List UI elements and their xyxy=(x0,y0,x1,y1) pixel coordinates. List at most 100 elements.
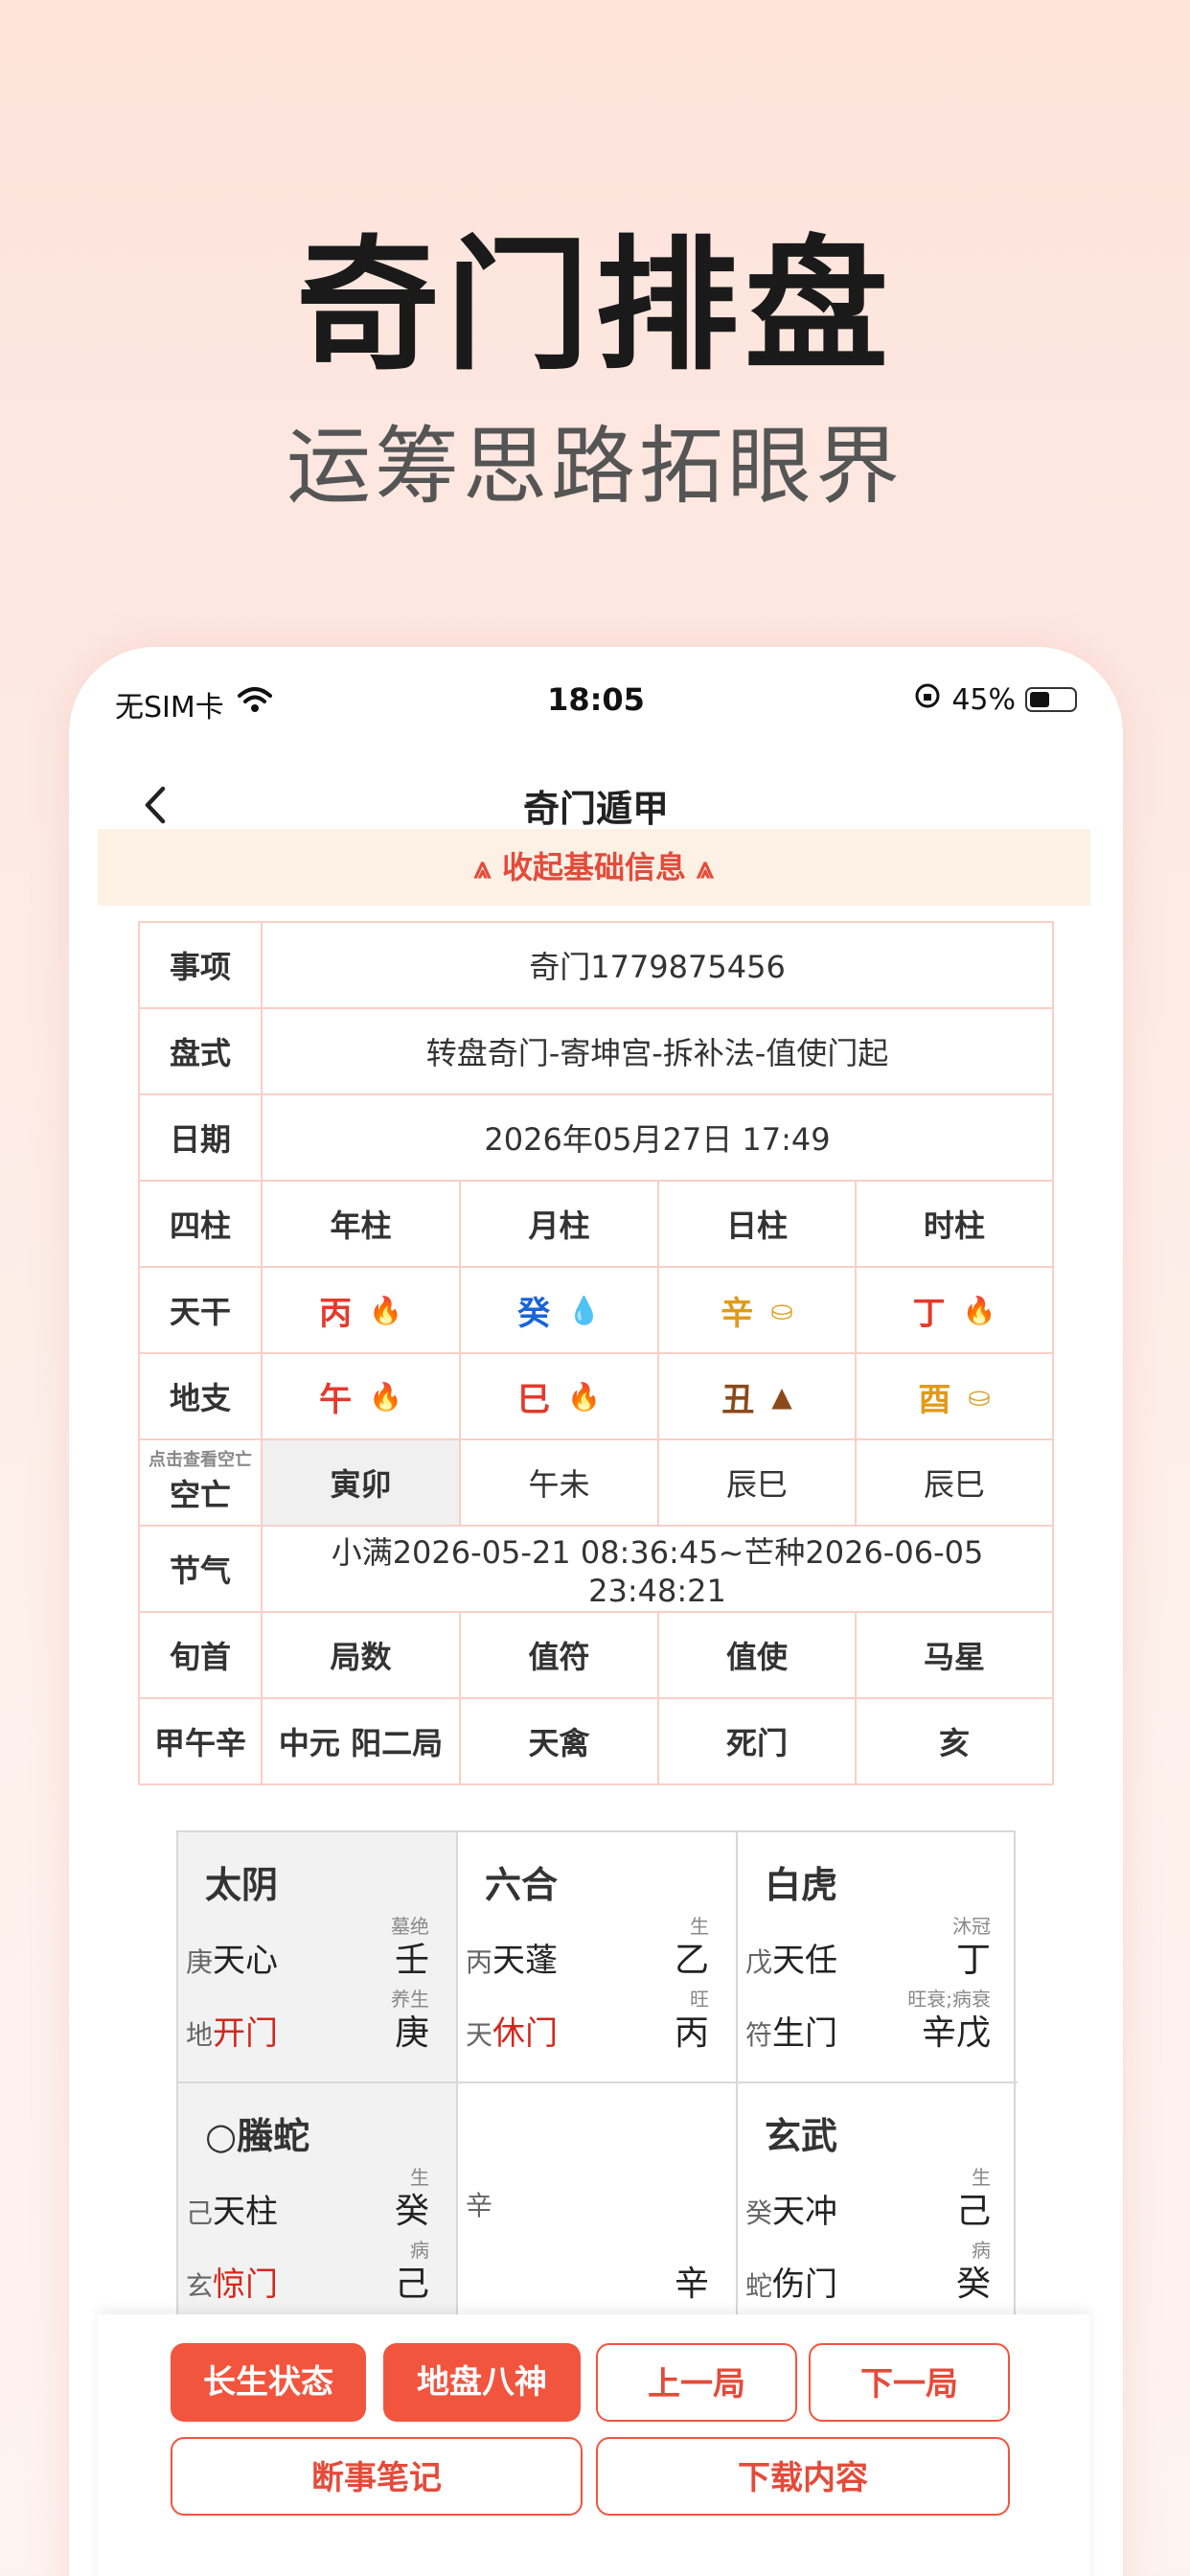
dipan-bashen-button[interactable]: 地盘八神 xyxy=(383,2343,581,2422)
notes-button[interactable]: 断事笔记 xyxy=(171,2437,583,2516)
row-tiangan: 天干 丙 🔥 癸 💧 辛 ⛀ 丁 🔥 xyxy=(138,1266,1055,1354)
palace-value-top: 壬 xyxy=(394,1941,429,1980)
tiangan-hour-char: 丁 xyxy=(912,1294,946,1333)
status-right: 45% xyxy=(913,681,1077,718)
fire-icon: 🔥 xyxy=(962,1294,996,1326)
basic-info-table: 事项 奇门1779875456 盘式 转盘奇门-寄坤宫-拆补法-值使门起 日期 … xyxy=(138,921,1055,1785)
palace-star-row: 戊天任 xyxy=(745,1942,838,1980)
fire-icon: 🔥 xyxy=(567,1380,601,1413)
metal-icon: ⛀ xyxy=(968,1380,991,1413)
header-jushu: 局数 xyxy=(261,1611,461,1699)
tiangan-month-char: 癸 xyxy=(517,1294,551,1333)
kongwang-hint: 点击查看空亡 xyxy=(149,1450,252,1470)
palace-value-bottom: 庚 xyxy=(394,2013,429,2053)
prev-round-button[interactable]: 上一局 xyxy=(596,2343,797,2422)
phone-frame: 无SIM卡 18:05 45% 奇门遁甲 ⩓ 收起基础信息 ⩓ 事项 奇门177… xyxy=(69,647,1123,2576)
value-date: 2026年05月27日 17:49 xyxy=(260,1093,1055,1182)
pillar-year: 年柱 xyxy=(261,1180,461,1268)
palace-cell[interactable]: ○螣蛇 生 己天柱 癸 病 玄惊门 己 xyxy=(178,2083,458,2334)
label-shixiang: 事项 xyxy=(138,921,263,1009)
palace-star-row: 癸天冲 xyxy=(745,2193,838,2231)
dizhi-day: 丑 ▲ xyxy=(657,1352,857,1440)
palace-cell[interactable]: 六合 生 丙天蓬 乙 旺 天休门 丙 xyxy=(458,1832,738,2083)
label-panshi: 盘式 xyxy=(138,1007,263,1095)
row-kongwang: 点击查看空亡 空亡 寅卯 午未 辰巳 辰巳 xyxy=(138,1438,1055,1527)
palace-door-row: 天休门 xyxy=(466,2014,559,2053)
row-shixiang: 事项 奇门1779875456 xyxy=(138,921,1055,1009)
palace-god: 白虎 xyxy=(765,1864,838,1906)
tiangan-year-char: 丙 xyxy=(319,1294,353,1333)
palace-door-row: 符生门 xyxy=(745,2014,838,2053)
next-round-button[interactable]: 下一局 xyxy=(809,2343,1010,2422)
palace-star-row: 庚天心 xyxy=(186,1942,279,1980)
value-panshi: 转盘奇门-寄坤宫-拆补法-值使门起 xyxy=(260,1007,1055,1095)
palace-value-bottom: 丙 xyxy=(674,2013,709,2053)
kongwang-year[interactable]: 寅卯 xyxy=(261,1438,461,1527)
label-date: 日期 xyxy=(138,1093,263,1182)
dizhi-year-char: 午 xyxy=(319,1380,353,1419)
water-icon: 💧 xyxy=(567,1294,601,1326)
palace-cell[interactable]: 太阴 墓绝 庚天心 壬 养生 地开门 庚 xyxy=(178,1832,458,2083)
kongwang-day[interactable]: 辰巳 xyxy=(657,1438,857,1527)
palace-star-row: 丙天蓬 xyxy=(466,1942,559,1980)
qimen-chart: 太阴 墓绝 庚天心 壬 养生 地开门 庚 六合 生 丙天蓬 乙 旺 天休门 丙 … xyxy=(176,1830,1018,2334)
header-zhifu: 值符 xyxy=(459,1611,659,1699)
row-dizhi: 地支 午 🔥 巳 🔥 丑 ▲ 酉 ⛀ xyxy=(138,1352,1055,1440)
battery-percent: 45% xyxy=(951,682,1016,717)
bottom-action-bar: 长生状态 地盘八神 上一局 下一局 断事笔记 下载内容 xyxy=(98,2314,1090,2576)
header-zhishi: 值使 xyxy=(657,1611,857,1699)
value-zhifu: 天禽 xyxy=(459,1697,659,1785)
label-jieqi: 节气 xyxy=(138,1525,263,1613)
fire-icon: 🔥 xyxy=(369,1380,402,1413)
tiangan-hour: 丁 🔥 xyxy=(854,1266,1055,1354)
collapse-basic-info-button[interactable]: ⩓ 收起基础信息 ⩓ xyxy=(98,829,1090,906)
tiangan-year: 丙 🔥 xyxy=(261,1266,461,1354)
palace-value-top: 癸 xyxy=(394,2192,429,2231)
tiangan-day-char: 辛 xyxy=(721,1294,754,1333)
kongwang-month[interactable]: 午未 xyxy=(459,1438,659,1527)
dizhi-year: 午 🔥 xyxy=(261,1352,461,1440)
earth-icon: ▲ xyxy=(771,1380,792,1413)
palace-god: 玄武 xyxy=(765,2115,838,2157)
label-dizhi: 地支 xyxy=(138,1352,263,1440)
page-title: 奇门遁甲 xyxy=(522,788,669,830)
value-jieqi: 小满2026-05-21 08:36:45~芒种2026-06-05 23:48… xyxy=(260,1525,1055,1613)
dizhi-month: 巳 🔥 xyxy=(459,1352,659,1440)
rotation-lock-icon xyxy=(913,681,942,718)
palace-value-bottom: 辛 xyxy=(674,2265,709,2304)
metal-icon: ⛀ xyxy=(770,1294,793,1326)
row-panshi: 盘式 转盘奇门-寄坤宫-拆补法-值使门起 xyxy=(138,1007,1055,1095)
palace-door-row: 地开门 xyxy=(186,2014,279,2053)
label-tiangan: 天干 xyxy=(138,1266,263,1354)
kongwang-hour[interactable]: 辰巳 xyxy=(854,1438,1055,1527)
row-jieqi: 节气 小满2026-05-21 08:36:45~芒种2026-06-05 23… xyxy=(138,1525,1055,1613)
palace-value-top: 丁 xyxy=(955,1941,991,1980)
palace-value-top: 乙 xyxy=(674,1941,709,1980)
battery-icon xyxy=(1025,687,1077,712)
palace-god: 六合 xyxy=(485,1864,559,1906)
palace-cell[interactable]: 白虎 沐冠 戊天任 丁 旺衰;病衰 符生门 辛戊 xyxy=(738,1832,1018,2083)
palace-god: ○螣蛇 xyxy=(205,2115,310,2157)
hero-title: 奇门排盘 xyxy=(295,223,894,390)
dizhi-month-char: 巳 xyxy=(517,1380,551,1419)
palace-door-row: 玄惊门 xyxy=(186,2266,279,2304)
row-sizhu: 四柱 年柱 月柱 日柱 时柱 xyxy=(138,1180,1055,1268)
value-xunshou: 甲午辛 xyxy=(138,1697,263,1785)
tiangan-month: 癸 💧 xyxy=(459,1266,659,1354)
pillar-hour: 时柱 xyxy=(854,1180,1055,1268)
palace-value-bottom: 己 xyxy=(394,2265,429,2304)
label-kongwang[interactable]: 点击查看空亡 空亡 xyxy=(138,1438,263,1527)
palace-value-bottom: 辛戊 xyxy=(921,2013,991,2053)
palace-star-row: 己天柱 xyxy=(186,2193,279,2231)
palace-cell-center[interactable]: 辛 辛 xyxy=(458,2083,738,2334)
value-shixiang: 奇门1779875456 xyxy=(260,921,1055,1009)
dizhi-hour: 酉 ⛀ xyxy=(854,1352,1055,1440)
pillar-day: 日柱 xyxy=(657,1180,857,1268)
download-button[interactable]: 下载内容 xyxy=(596,2437,1010,2516)
row-headers: 旬首 局数 值符 值使 马星 xyxy=(138,1611,1055,1699)
palace-cell[interactable]: 玄武 生 癸天冲 己 病 蛇伤门 癸 xyxy=(738,2083,1018,2334)
label-sizhu: 四柱 xyxy=(138,1180,263,1268)
value-jushu: 中元 阳二局 xyxy=(261,1697,461,1785)
status-bar: 无SIM卡 18:05 45% xyxy=(69,647,1123,752)
changsheng-status-button[interactable]: 长生状态 xyxy=(171,2343,366,2422)
